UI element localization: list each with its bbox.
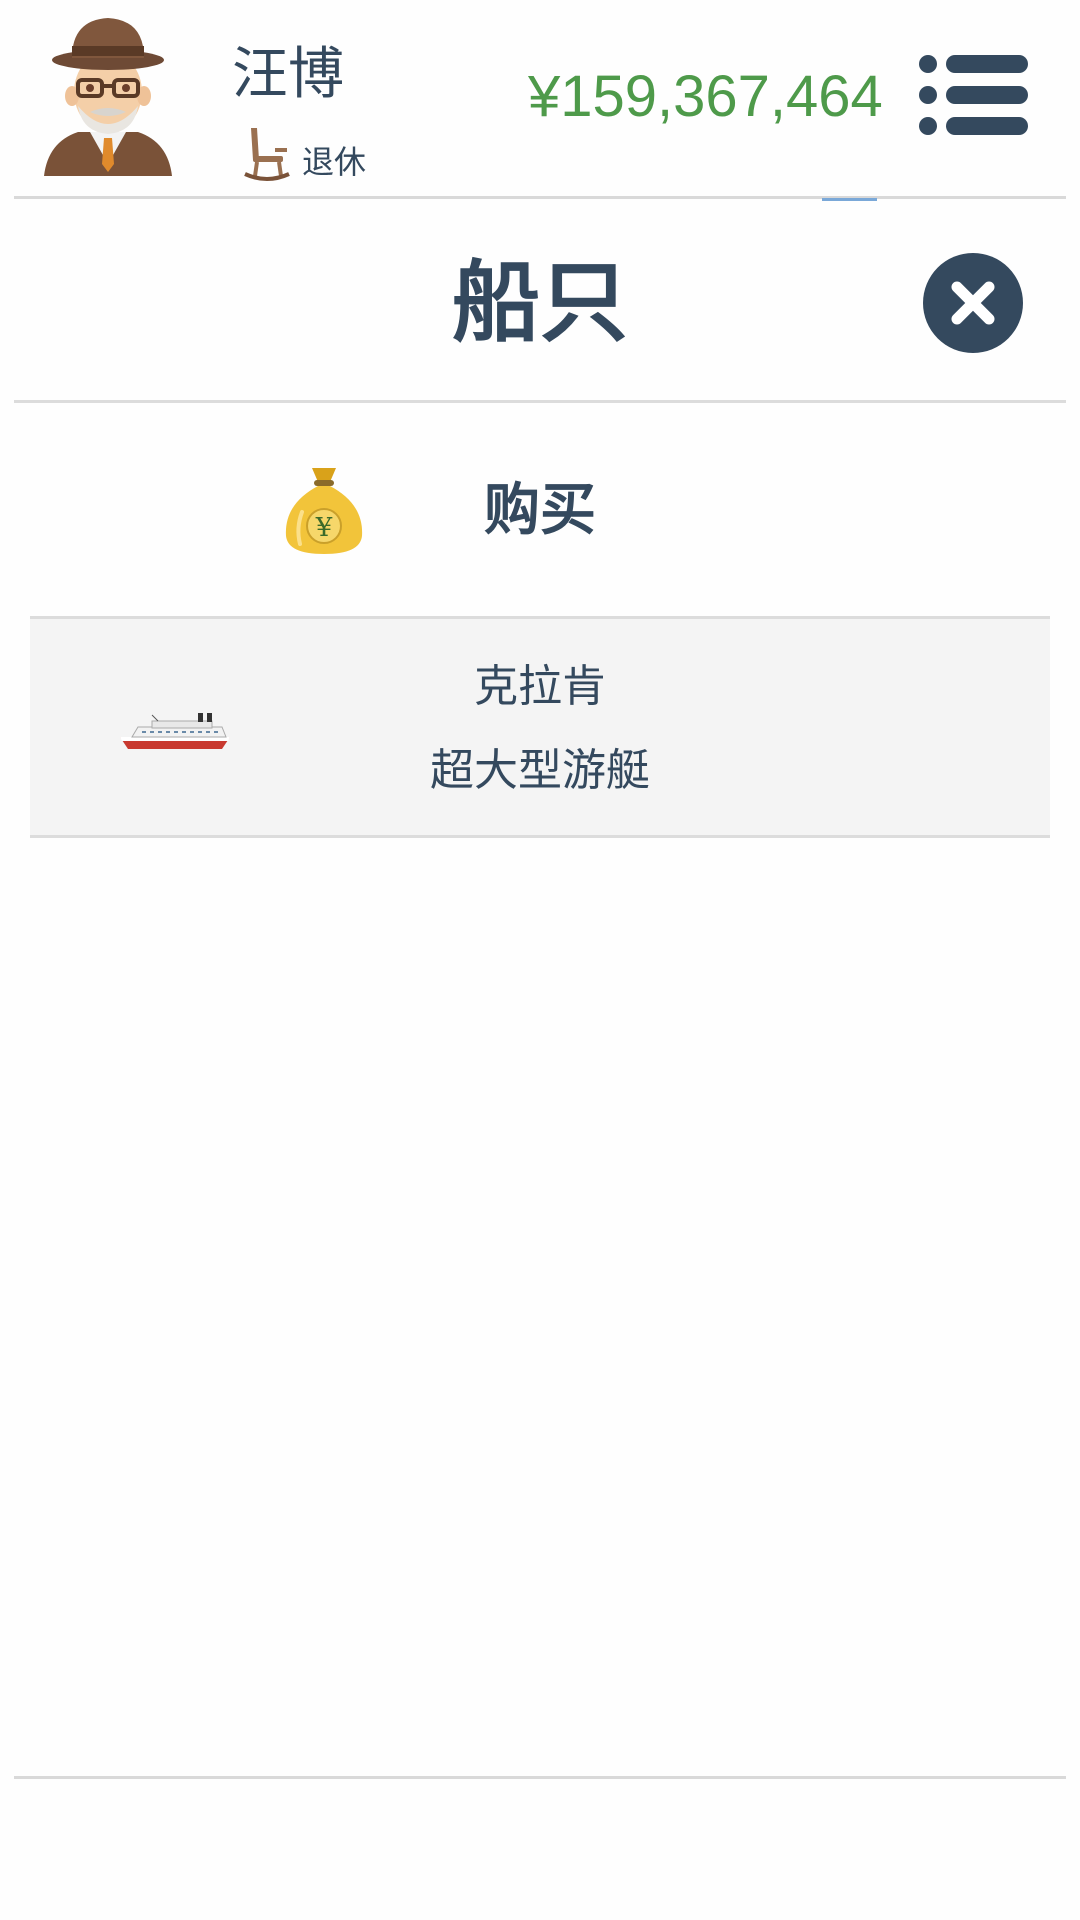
buy-button[interactable]: ¥ 购买 [14,404,1066,616]
close-icon[interactable] [922,252,1024,354]
title-divider [14,400,1066,403]
page-title: 船只 [451,251,628,354]
player-name: 汪博 [232,42,344,107]
header: 汪博 退休 ¥159,367,464 [0,0,1080,201]
buy-label: 购买 [484,478,596,543]
footer-divider [14,1776,1066,1779]
status-label: 退休 [302,143,367,181]
list-item[interactable]: 克拉肯 超大型游艇 [30,616,1050,838]
list-menu-icon[interactable] [918,52,1028,138]
ship-type: 超大型游艇 [430,745,650,796]
ship-name: 克拉肯 [474,661,606,712]
tab-indicator [822,198,877,201]
rocking-chair-icon [244,128,290,181]
ships-screen: 汪博 退休 ¥159,367,464 船只 ¥ 购买 克拉肯 超大型游艇 [0,0,1080,1920]
header-divider [14,196,1066,199]
old-man-avatar-icon[interactable] [38,14,178,180]
money-balance: ¥159,367,464 [528,64,883,129]
